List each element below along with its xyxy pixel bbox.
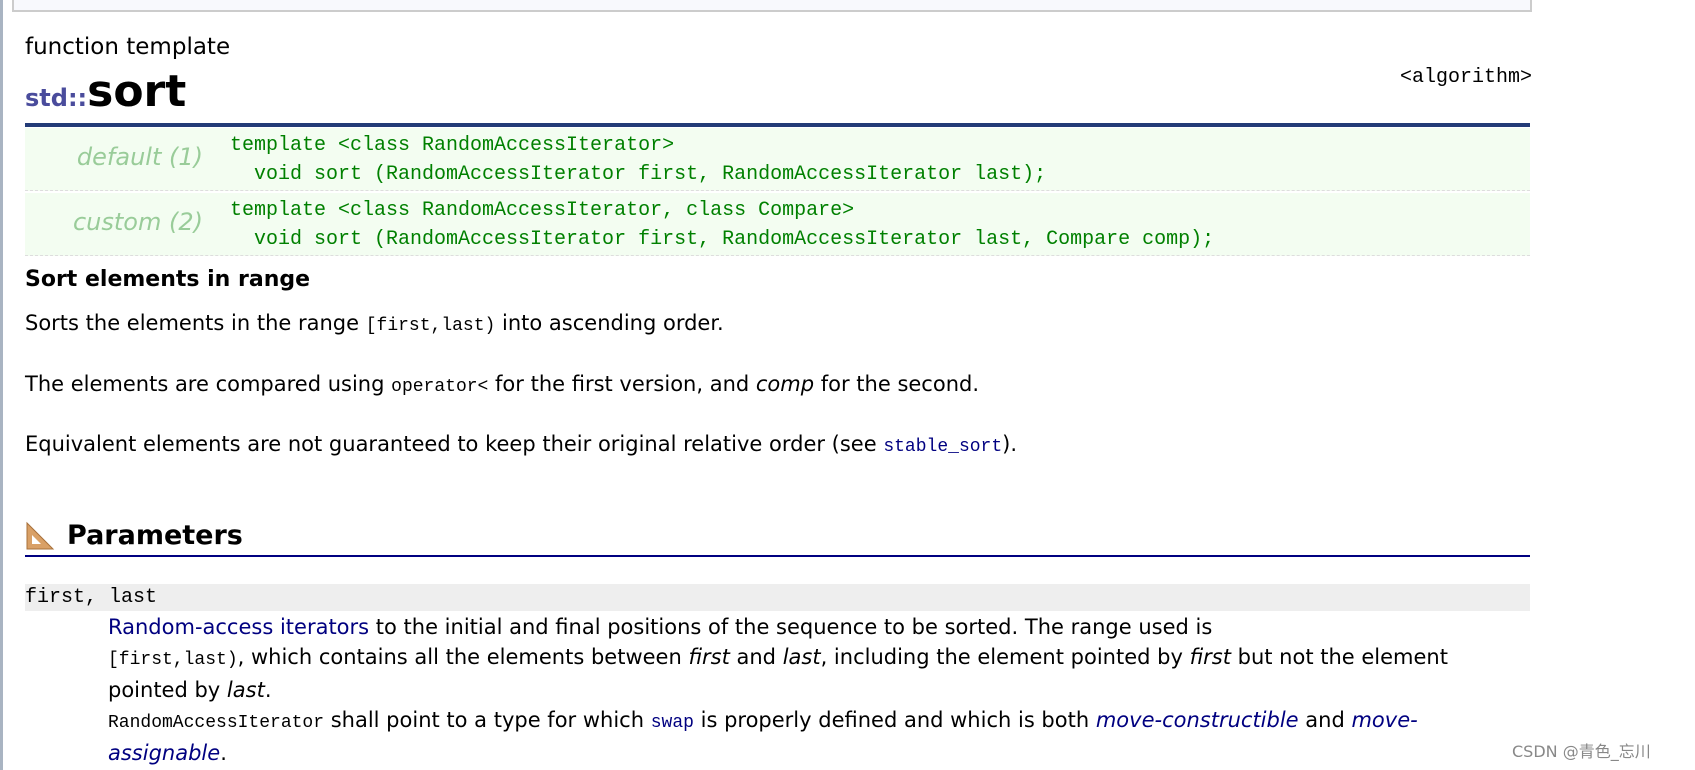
code-line: template <class RandomAccessIterator>	[230, 134, 675, 157]
set-square-icon	[26, 521, 55, 549]
title-rule	[25, 123, 1530, 127]
inline-code: [first,last)	[365, 316, 496, 336]
parameter-description: Random-access iterators to the initial a…	[108, 615, 1448, 765]
prototypes-table: default (1) template <class RandomAccess…	[25, 128, 1530, 258]
page-title: std::sort	[25, 66, 186, 117]
summary-heading: Sort elements in range	[25, 267, 311, 292]
prototype-row: default (1) template <class RandomAccess…	[25, 128, 1530, 191]
stable-sort-link[interactable]: stable_sort	[883, 437, 1002, 457]
swap-link[interactable]: swap	[651, 713, 694, 733]
paragraph: Sorts the elements in the range [first,l…	[25, 311, 724, 336]
prototype-label: custom (2)	[72, 208, 203, 236]
parameters-heading: Parameters	[25, 520, 243, 551]
entity-kind: function template	[25, 34, 231, 60]
left-border	[0, 0, 3, 770]
random-access-iterators-link[interactable]: Random-access iterators	[108, 615, 369, 639]
watermark: CSDN @青色_忘川	[1512, 742, 1651, 761]
code-line: template <class RandomAccessIterator, cl…	[230, 199, 855, 222]
code-line: void sort (RandomAccessIterator first, R…	[230, 163, 1047, 186]
parameter-name: first, last	[25, 584, 1530, 611]
inline-code: operator<	[391, 377, 489, 397]
paragraph: The elements are compared using operator…	[25, 372, 980, 397]
move-constructible-link[interactable]: move-constructible	[1096, 708, 1299, 732]
code-line: void sort (RandomAccessIterator first, R…	[230, 228, 1215, 251]
prototype-row: custom (2) template <class RandomAccessI…	[25, 193, 1530, 256]
function-name: sort	[87, 66, 187, 117]
prototype-code: template <class RandomAccessIterator, cl…	[230, 196, 1214, 254]
header-name[interactable]: <algorithm>	[1400, 66, 1532, 89]
prototype-label: default (1)	[76, 143, 203, 171]
parameters-rule	[25, 555, 1530, 557]
parameters-title: Parameters	[67, 520, 243, 551]
namespace: std::	[25, 84, 88, 112]
prototype-code: template <class RandomAccessIterator> vo…	[230, 131, 1046, 189]
top-navigation-box	[12, 0, 1532, 12]
paragraph: Equivalent elements are not guaranteed t…	[25, 432, 1018, 457]
